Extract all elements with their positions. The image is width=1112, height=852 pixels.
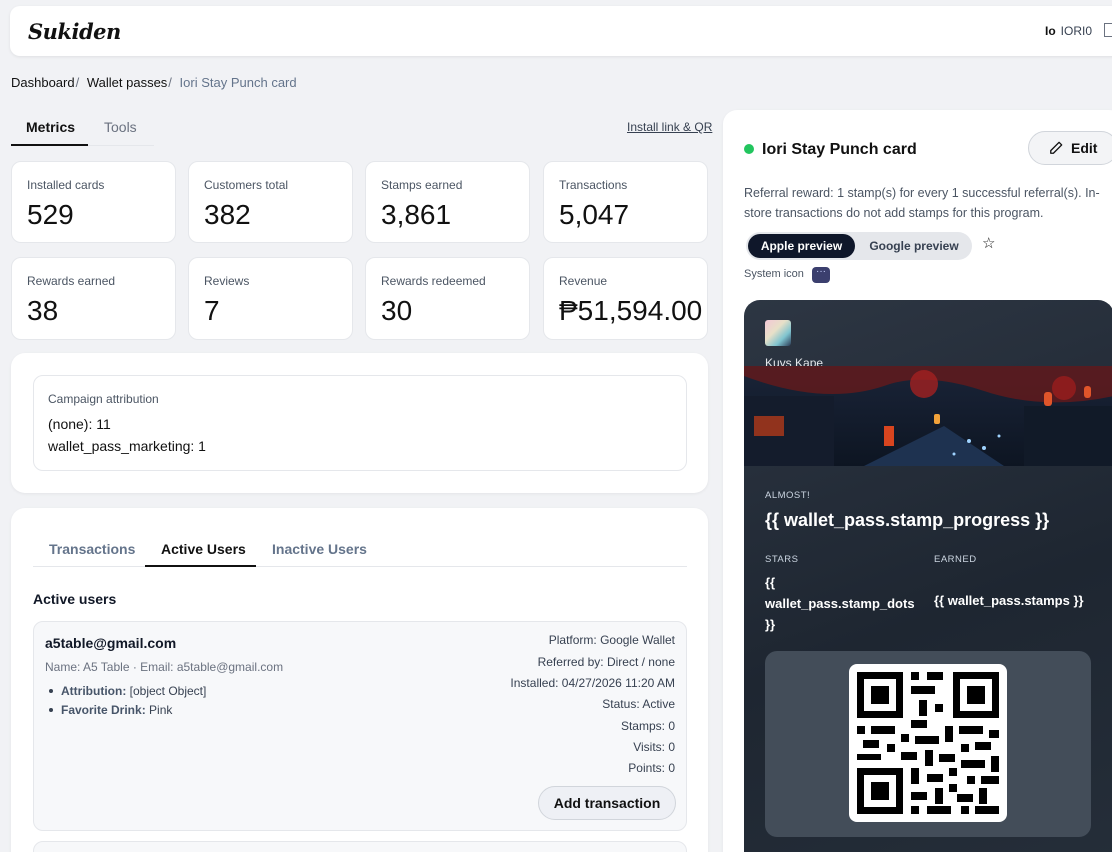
qr-code-background: [849, 664, 1007, 822]
star-icon[interactable]: ☆: [982, 234, 995, 252]
pass-stars-label: STARS: [765, 554, 799, 565]
active-tab-indicator: [145, 565, 256, 567]
user-platform: Platform: Google Wallet: [548, 633, 675, 647]
user-installed: Installed: 04/27/2026 11:20 AM: [510, 676, 675, 690]
metric-label: Rewards redeemed: [381, 274, 486, 288]
active-tab-indicator: [11, 144, 88, 146]
attribution-item: Attribution: [object Object]: [48, 684, 207, 698]
metric-card-installed: Installed cards 529: [11, 161, 176, 243]
metric-card-transactions: Transactions 5,047: [543, 161, 708, 243]
attribution-line: (none): 11: [48, 416, 111, 432]
edit-button[interactable]: Edit: [1028, 131, 1112, 165]
pencil-icon: [1050, 141, 1063, 154]
breadcrumb-current: Iori Stay Punch card: [179, 75, 297, 90]
user-menu[interactable]: Io IORI0: [1045, 24, 1092, 38]
tab-active-users[interactable]: Active Users: [161, 541, 246, 557]
metric-value: ₱51,594.00: [559, 295, 703, 326]
metric-label: Revenue: [559, 274, 608, 288]
user-visits: Visits: 0: [633, 740, 675, 754]
user-details: Name: A5 Table · Email: a5table@gmail.co…: [45, 660, 284, 674]
metric-card-rewards-redeemed: Rewards redeemed 30: [365, 257, 530, 340]
pass-earned-value: {{ wallet_pass.stamps }}: [934, 593, 1084, 608]
metric-label: Transactions: [559, 178, 628, 192]
install-link-qr[interactable]: Install link & QR: [627, 120, 712, 134]
top-bar: Sukiden Io IORI0: [10, 6, 1112, 56]
system-icon[interactable]: [812, 266, 830, 283]
user-email: a5table@gmail.com: [45, 635, 177, 651]
pass-header-label: ALMOST!: [765, 490, 811, 501]
tab-tools[interactable]: Tools: [104, 119, 137, 135]
user-referred-by: Referred by: Direct / none: [537, 655, 675, 669]
attribution-panel: Campaign attribution (none): 11 wallet_p…: [11, 353, 708, 493]
user-initials: Io: [1045, 24, 1056, 38]
pass-logo: [765, 320, 791, 346]
users-panel: Transactions Active Users Inactive Users…: [11, 508, 708, 852]
tab-inactive-users[interactable]: Inactive Users: [272, 541, 367, 557]
pass-preview-panel: Iori Stay Punch card Edit Referral rewar…: [723, 110, 1112, 852]
add-transaction-button[interactable]: Add transaction: [538, 786, 676, 820]
breadcrumb-separator: /: [75, 75, 80, 90]
favorite-drink-item: Favorite Drink: Pink: [48, 703, 173, 717]
metric-value: 30: [381, 295, 413, 326]
metric-label: Installed cards: [27, 178, 105, 192]
app-logo[interactable]: Sukiden: [28, 19, 121, 44]
metric-card-stamps: Stamps earned 3,861: [365, 161, 530, 243]
metric-card-customers: Customers total 382: [188, 161, 353, 243]
pass-stamp-progress: {{ wallet_pass.stamp_progress }}: [765, 510, 1050, 530]
wallet-pass-preview: Kuys Kape ALMOST! {{ wallet_pass.stamp_p…: [744, 300, 1112, 852]
attribution-title: Campaign attribution: [48, 392, 159, 406]
preview-toggle: Apple preview Google preview: [746, 232, 972, 260]
user-status: Status: Active: [602, 697, 675, 711]
logout-icon[interactable]: [1104, 23, 1112, 37]
tab-metrics[interactable]: Metrics: [26, 119, 75, 135]
metric-label: Reviews: [204, 274, 250, 288]
user-card: a5table@gmail.com Name: A5 Table · Email…: [33, 621, 687, 831]
user-name: IORI0: [1060, 24, 1093, 38]
breadcrumb: Dashboard/ Wallet passes/ Iori Stay Punc…: [11, 75, 297, 90]
system-icon-label: System icon: [744, 268, 804, 280]
metric-card-rewards-earned: Rewards earned 38: [11, 257, 176, 340]
metric-card-reviews: Reviews 7: [188, 257, 353, 340]
tab-transactions[interactable]: Transactions: [49, 541, 135, 557]
pass-earned-label: EARNED: [934, 554, 977, 565]
metric-value: 7: [204, 295, 220, 326]
edit-label: Edit: [1071, 140, 1098, 156]
active-users-heading: Active users: [33, 591, 117, 607]
metric-card-revenue: Revenue ₱51,594.00: [543, 257, 708, 340]
metric-value: 5,047: [559, 199, 630, 230]
metric-value: 3,861: [381, 199, 452, 230]
metric-label: Stamps earned: [381, 178, 463, 192]
metric-value: 382: [204, 199, 251, 230]
pass-stars-value: {{ wallet_pass.stamp_dots }}: [765, 575, 915, 632]
pass-hero-image: [744, 366, 1112, 466]
breadcrumb-dashboard[interactable]: Dashboard: [11, 75, 75, 90]
google-preview-button[interactable]: Google preview: [859, 234, 969, 258]
referral-description: Referral reward: 1 stamp(s) for every 1 …: [744, 186, 1100, 220]
metric-value: 529: [27, 199, 74, 230]
metrics-tools-tabs: Metrics Tools: [11, 108, 154, 146]
breadcrumb-separator: /: [168, 75, 172, 90]
breadcrumb-wallet-passes[interactable]: Wallet passes: [87, 75, 167, 90]
attribution-box: Campaign attribution (none): 11 wallet_p…: [33, 375, 687, 471]
apple-preview-button[interactable]: Apple preview: [748, 234, 855, 258]
user-card: [33, 841, 687, 852]
metric-label: Rewards earned: [27, 274, 116, 288]
qr-code: [857, 672, 999, 814]
attribution-line: wallet_pass_marketing: 1: [48, 438, 206, 454]
metric-label: Customers total: [204, 178, 289, 192]
pass-title: Iori Stay Punch card: [762, 141, 917, 158]
status-dot: [744, 144, 754, 154]
qr-container: [765, 651, 1091, 837]
user-points: Points: 0: [628, 761, 675, 775]
user-stamps: Stamps: 0: [620, 719, 675, 733]
user-tabs: Transactions Active Users Inactive Users: [33, 530, 687, 567]
metric-value: 38: [27, 295, 59, 326]
